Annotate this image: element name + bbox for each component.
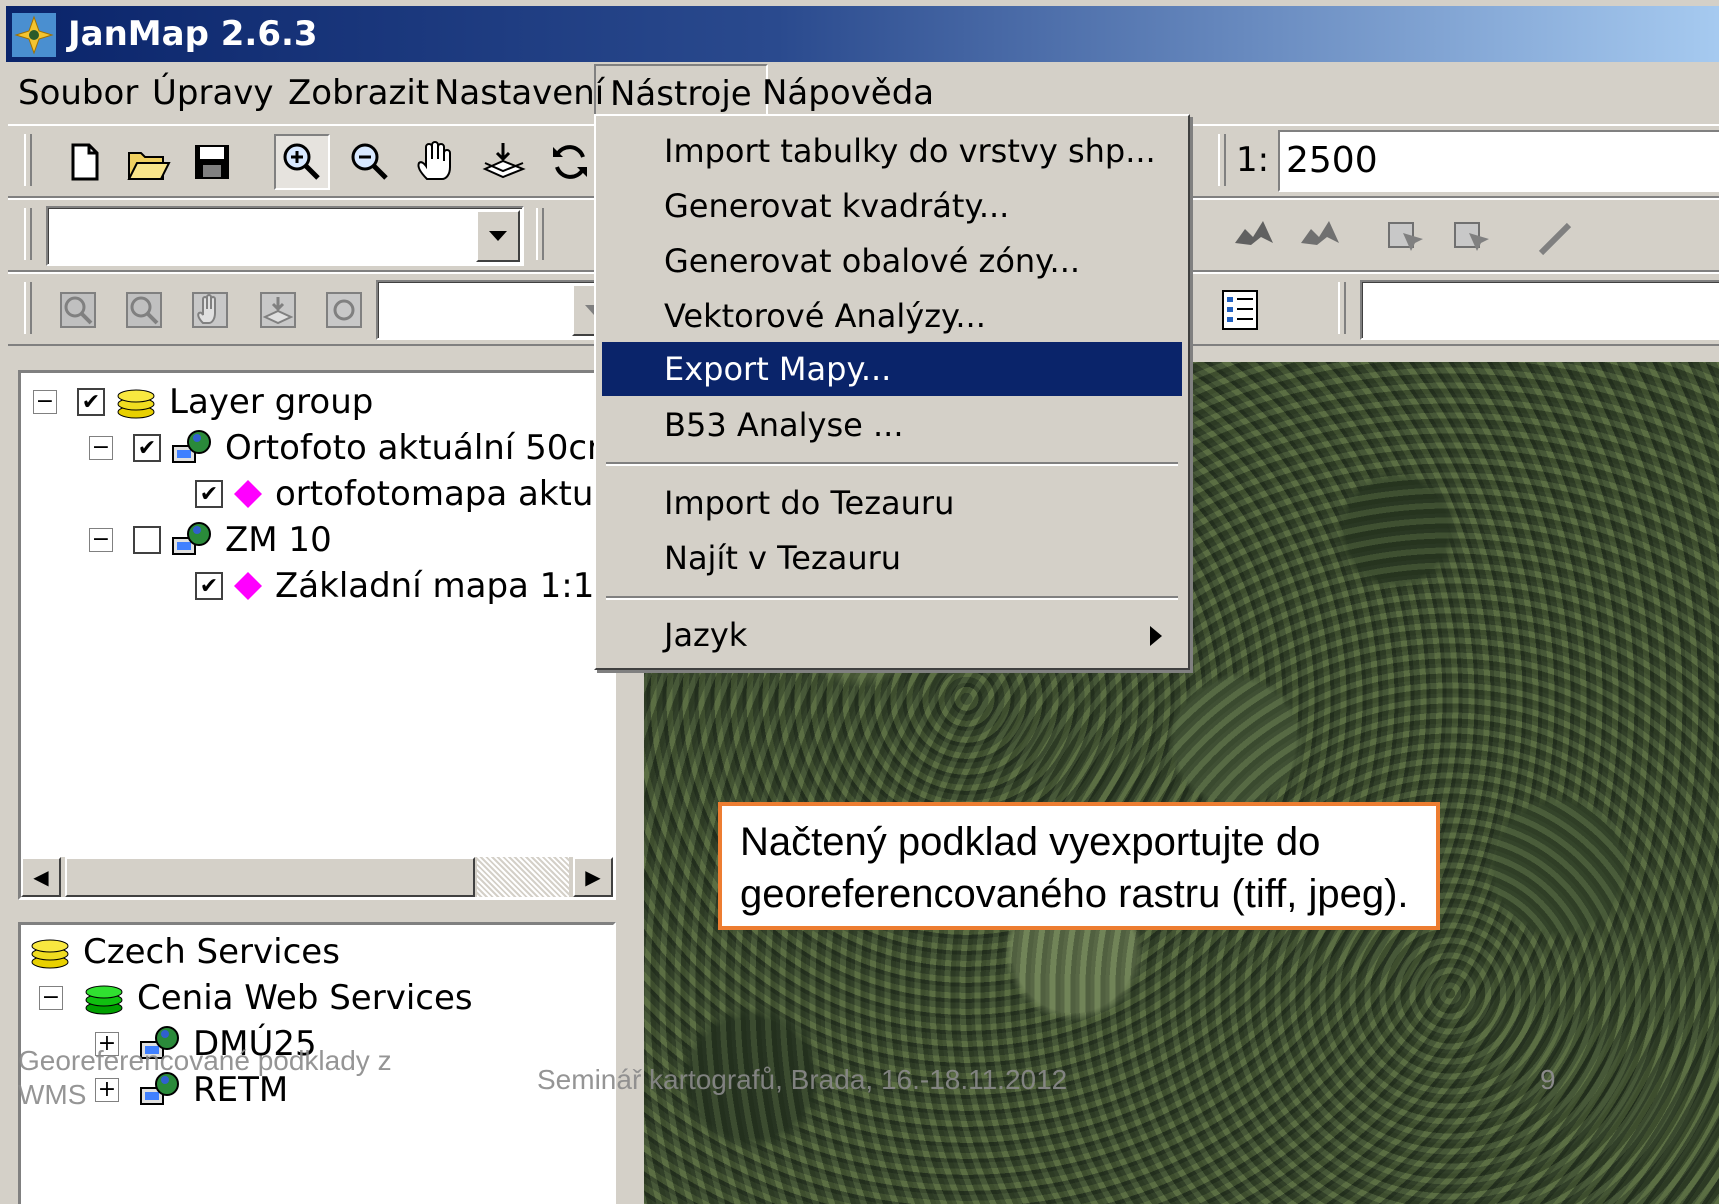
wms-zoom-in-icon[interactable] <box>52 284 104 336</box>
menu-separator <box>606 596 1178 600</box>
zoom-in-icon[interactable] <box>274 134 330 190</box>
toolbar-grip-5[interactable] <box>24 282 32 334</box>
scroll-left-icon[interactable]: ◀ <box>21 857 61 897</box>
select-feature-icon[interactable] <box>1380 210 1432 262</box>
nastroje-dropdown: Import tabulky do vrstvy shp... Generova… <box>594 114 1190 670</box>
menu-item-najit-tezaur[interactable]: Najít v Tezauru <box>602 531 1182 585</box>
service-group-icon <box>31 939 69 969</box>
wms-layer-select[interactable] <box>376 280 620 340</box>
toolbar-grip-3[interactable] <box>24 208 32 260</box>
menu-separator <box>606 462 1178 466</box>
layer-checkbox[interactable] <box>133 526 161 554</box>
layer-checkbox[interactable]: ✔ <box>77 388 105 416</box>
tree-label: Ortofoto aktuální 50cm <box>225 428 616 468</box>
tree-label: ortofotomapa aktuální <box>275 474 613 514</box>
wms-layer-icon <box>172 522 211 555</box>
layer-checkbox[interactable]: ✔ <box>195 480 223 508</box>
service-row-cenia[interactable]: − Cenia Web Services <box>39 975 473 1021</box>
window-title: JanMap 2.6.3 <box>68 14 318 54</box>
slide-page-number: 9 <box>1540 1064 1556 1095</box>
collapse-icon[interactable]: − <box>39 986 63 1010</box>
select-area-icon[interactable] <box>1228 210 1280 262</box>
menu-nastaveni[interactable]: Nastavení <box>434 72 604 114</box>
annotation-callout: Načtený podklad vyexportujte do georefer… <box>718 802 1440 930</box>
tree-row-layer-group[interactable]: − ✔ Layer group <box>33 379 373 425</box>
layer-tree-panel: − ✔ Layer group − ✔ Ortofoto aktuální 50… <box>18 370 616 900</box>
scroll-track[interactable] <box>477 857 569 897</box>
menu-item-import-tezaur[interactable]: Import do Tezauru <box>602 476 1182 530</box>
layer-checkbox[interactable]: ✔ <box>195 572 223 600</box>
collapse-icon[interactable]: − <box>89 436 113 460</box>
slide-footer-left: Georeferencované podklady z WMS <box>18 1045 392 1110</box>
tree-label: ZM 10 <box>225 520 332 560</box>
menu-item-import-tabulky[interactable]: Import tabulky do vrstvy shp... <box>602 124 1182 178</box>
menu-item-generovat-kvadraty[interactable]: Generovat kvadráty... <box>602 179 1182 233</box>
menu-item-export-mapy[interactable]: Export Mapy... <box>602 342 1182 396</box>
service-label: Cenia Web Services <box>137 978 473 1018</box>
menu-soubor[interactable]: Soubor <box>18 72 138 114</box>
submenu-arrow-icon <box>1150 626 1162 646</box>
toolbar-grip-4[interactable] <box>536 208 544 260</box>
open-folder-icon[interactable] <box>122 136 174 188</box>
scale-input[interactable]: 2500 <box>1278 130 1719 192</box>
menu-item-jazyk[interactable]: Jazyk <box>602 608 1182 662</box>
menu-zobrazit[interactable]: Zobrazit <box>288 72 429 114</box>
app-logo-icon <box>12 13 56 57</box>
layer-group-icon <box>117 389 155 419</box>
wms-layer-icon <box>172 430 211 463</box>
select-feature-2-icon[interactable] <box>1446 210 1498 262</box>
diamond-symbol-icon <box>234 572 262 600</box>
save-icon[interactable] <box>186 136 238 188</box>
tree-label: Layer group <box>169 382 374 422</box>
collapse-icon[interactable]: − <box>33 390 57 414</box>
pan-hand-icon[interactable] <box>410 136 462 188</box>
zoom-out-icon[interactable] <box>344 136 396 188</box>
service-group-icon <box>85 985 123 1015</box>
layer-select[interactable] <box>46 206 524 266</box>
janmap-window: JanMap 2.6.3 Soubor Úpravy Zobrazit Nast… <box>0 0 1719 1204</box>
toolbar-grip-6[interactable] <box>1338 282 1346 334</box>
tree-row-ortofoto[interactable]: − ✔ Ortofoto aktuální 50cm <box>89 425 616 471</box>
collapse-icon[interactable]: − <box>89 528 113 552</box>
wms-refresh-icon[interactable] <box>318 284 370 336</box>
wms-load-icon[interactable] <box>252 284 304 336</box>
toolbar-grip-2[interactable] <box>1218 134 1226 186</box>
legend-list-icon[interactable] <box>1214 284 1266 336</box>
chevron-down-icon[interactable] <box>476 210 520 262</box>
slide-footer-center: Seminář kartografů, Brada, 16.-18.11.201… <box>537 1064 1068 1095</box>
menu-napoveda[interactable]: Nápověda <box>762 72 934 114</box>
select-area-2-icon[interactable] <box>1294 210 1346 262</box>
title-bar: JanMap 2.6.3 <box>6 6 1719 62</box>
load-layer-icon[interactable] <box>478 136 530 188</box>
menu-item-vektorove-analyzy[interactable]: Vektorové Analýzy... <box>602 289 1182 343</box>
menu-upravy[interactable]: Úpravy <box>152 72 274 114</box>
tree-label: Základní mapa 1:10 000 <box>275 566 616 606</box>
scroll-right-icon[interactable]: ▶ <box>573 857 613 897</box>
menu-item-b53-analyse[interactable]: B53 Analyse ... <box>602 398 1182 452</box>
tree-horizontal-scrollbar[interactable]: ◀ ▶ <box>21 857 613 897</box>
wms-pan-icon[interactable] <box>184 284 236 336</box>
tree-row-zm10[interactable]: − ZM 10 <box>89 517 332 563</box>
service-label: Czech Services <box>83 932 340 972</box>
draw-icon[interactable] <box>1528 210 1580 262</box>
diamond-symbol-icon <box>234 480 262 508</box>
menu-item-jazyk-label: Jazyk <box>664 616 748 654</box>
scale-prefix: 1: <box>1236 140 1270 180</box>
wms-zoom-out-icon[interactable] <box>118 284 170 336</box>
tree-row-zakladni-mapa[interactable]: ✔ Základní mapa 1:10 000 <box>195 563 616 609</box>
tree-row-ortofotomapa[interactable]: ✔ ortofotomapa aktuální <box>195 471 613 517</box>
scroll-thumb[interactable] <box>65 857 475 897</box>
refresh-icon[interactable] <box>544 136 596 188</box>
menu-item-generovat-zony[interactable]: Generovat obalové zóny... <box>602 234 1182 288</box>
toolbar-grip[interactable] <box>24 134 32 186</box>
new-file-icon[interactable] <box>58 136 110 188</box>
search-field[interactable] <box>1360 280 1719 340</box>
service-row-czech[interactable]: Czech Services <box>29 929 340 975</box>
layer-checkbox[interactable]: ✔ <box>133 434 161 462</box>
